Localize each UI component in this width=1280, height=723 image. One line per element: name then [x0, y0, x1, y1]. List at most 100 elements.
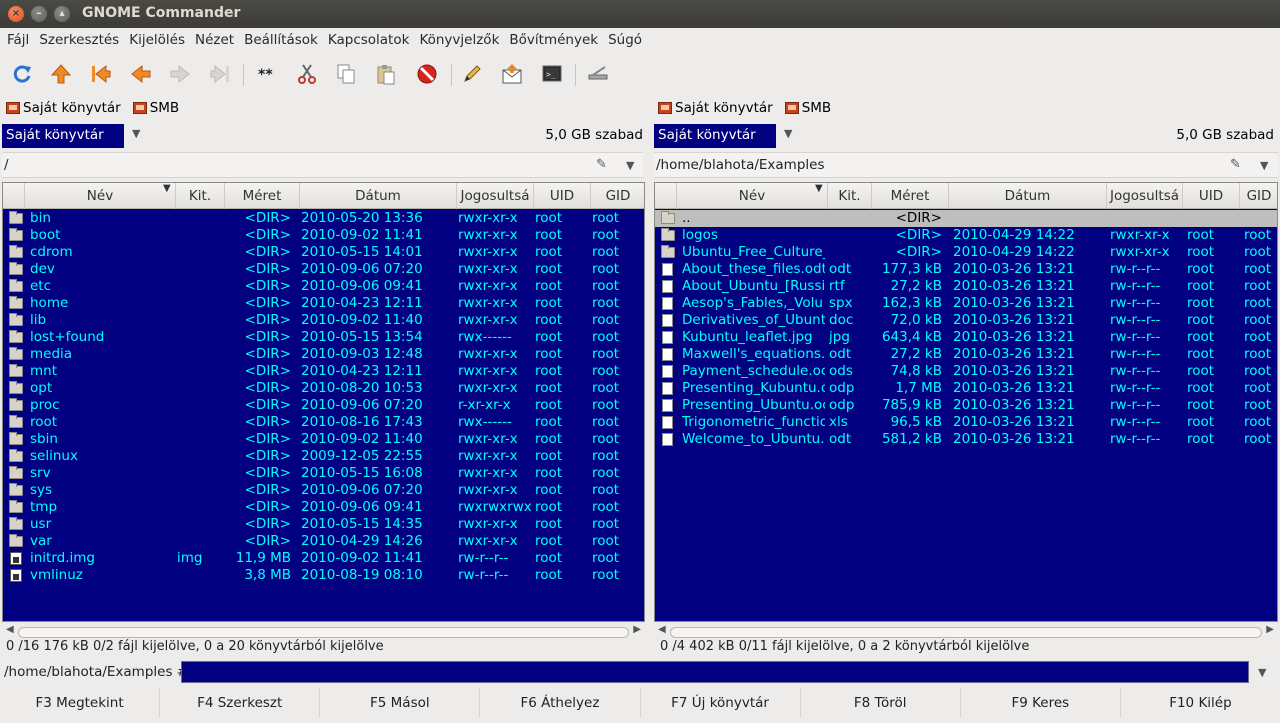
edit-icon[interactable]	[458, 60, 486, 88]
copy-names-icon[interactable]: **	[252, 60, 280, 88]
pencil-icon[interactable]: ✎	[1230, 157, 1241, 172]
table-row[interactable]: sys <DIR> 2010-09-06 07:20 rwxr-xr-x root roo…	[3, 482, 644, 499]
menu-connections[interactable]: Kapcsolatok	[323, 28, 415, 52]
f8-delete-button[interactable]: F8 Töröl	[801, 688, 961, 718]
table-row[interactable]: media <DIR> 2010-09-03 12:48 rwxr-xr-x root r…	[3, 346, 644, 363]
menu-edit[interactable]: Szerkesztés	[34, 28, 124, 52]
command-input[interactable]	[181, 661, 1249, 683]
table-row[interactable]: Ubuntu_Free_Culture_ <DIR> 2010-04-29 14:2…	[655, 244, 1277, 261]
connection-icon[interactable]	[584, 60, 612, 88]
table-row[interactable]: Derivatives_of_Ubunt doc 72,0 kB 2010-03-26…	[655, 312, 1277, 329]
table-row[interactable]: Maxwell's_equations. odt 27,2 kB 2010-03-26…	[655, 346, 1277, 363]
up-icon[interactable]	[47, 60, 75, 88]
table-row[interactable]: Presenting_Kubuntu.o odp 1,7 MB 2010-03-26 …	[655, 380, 1277, 397]
gid-column-header[interactable]: GID	[591, 183, 644, 209]
table-row[interactable]: var <DIR> 2010-04-29 14:26 rwxr-xr-x root roo…	[3, 533, 644, 550]
pencil-icon[interactable]: ✎	[596, 157, 607, 172]
close-window-button[interactable]: ×	[8, 6, 24, 22]
table-row[interactable]: Kubuntu_leaflet.jpg jpg 643,4 kB 2010-03-26…	[655, 329, 1277, 346]
table-row[interactable]: usr <DIR> 2010-05-15 14:35 rwxr-xr-x root roo…	[3, 516, 644, 533]
date-column-header[interactable]: Dátum	[949, 183, 1107, 209]
table-row[interactable]: About_Ubuntu_[Russia rtf 27,2 kB 2010-03-26…	[655, 278, 1277, 295]
table-row[interactable]: etc <DIR> 2010-09-06 09:41 rwxr-xr-x root roo…	[3, 278, 644, 295]
left-scroll-thumb[interactable]	[18, 627, 629, 638]
minimize-window-button[interactable]: –	[31, 6, 47, 22]
name-column-header[interactable]: Név	[677, 183, 828, 209]
perm-column-header[interactable]: Jogosultsá	[457, 183, 534, 209]
table-row[interactable]: opt <DIR> 2010-08-20 10:53 rwxr-xr-x root roo…	[3, 380, 644, 397]
first-icon[interactable]	[87, 60, 115, 88]
name-column-header[interactable]: Név	[25, 183, 176, 209]
table-row[interactable]: vmlinuz 3,8 MB 2010-08-19 08:10 rw-r--r-- ro…	[3, 567, 644, 584]
right-file-list[interactable]: Név ▼ Kit. Méret Dátum Jogosultsá UID GI…	[654, 182, 1278, 622]
scroll-left-icon[interactable]: ◀	[658, 624, 666, 635]
table-row[interactable]: Payment_schedule.oc ods 74,8 kB 2010-03-26 …	[655, 363, 1277, 380]
scroll-right-icon[interactable]: ▶	[1266, 624, 1274, 635]
table-row[interactable]: dev <DIR> 2010-09-06 07:20 rwxr-xr-x root roo…	[3, 261, 644, 278]
f9-search-button[interactable]: F9 Keres	[961, 688, 1121, 718]
forward-icon[interactable]	[166, 60, 194, 88]
f3-view-button[interactable]: F3 Megtekint	[0, 688, 161, 718]
f7-mkdir-button[interactable]: F7 Új könyvtár	[641, 688, 801, 718]
maximize-window-button[interactable]: ▴	[54, 6, 70, 22]
left-device-home-button[interactable]: Saját könyvtár	[6, 96, 121, 120]
menu-bookmarks[interactable]: Könyvjelzők	[414, 28, 504, 52]
table-row[interactable]: root <DIR> 2010-08-16 17:43 rwx------ root ro…	[3, 414, 644, 431]
table-row[interactable]: lib <DIR> 2010-09-02 11:40 rwxr-xr-x root roo…	[3, 312, 644, 329]
left-path[interactable]: /	[4, 157, 9, 173]
email-icon[interactable]	[498, 60, 526, 88]
table-row[interactable]: Presenting_Ubuntu.oc odp 785,9 kB 2010-03-2…	[655, 397, 1277, 414]
right-volume-select[interactable]: Saját könyvtár	[654, 124, 776, 148]
delete-icon[interactable]	[413, 60, 441, 88]
f4-edit-button[interactable]: F4 Szerkeszt	[160, 688, 321, 718]
f5-copy-button[interactable]: F5 Másol	[320, 688, 481, 718]
table-row[interactable]: selinux <DIR> 2009-12-05 22:55 rwxr-xr-x roo…	[3, 448, 644, 465]
chevron-down-icon[interactable]: ▼	[1260, 159, 1268, 172]
right-device-home-button[interactable]: Saját könyvtár	[658, 96, 773, 120]
f10-quit-button[interactable]: F10 Kilép	[1121, 688, 1280, 718]
icon-column-header[interactable]	[3, 183, 25, 209]
menu-plugins[interactable]: Bővítmények	[504, 28, 603, 52]
right-scroll-thumb[interactable]	[670, 627, 1262, 638]
menu-view[interactable]: Nézet	[190, 28, 239, 52]
table-row[interactable]: Trigonometric_functio xls 96,5 kB 2010-03-2…	[655, 414, 1277, 431]
date-column-header[interactable]: Dátum	[300, 183, 457, 209]
copy-icon[interactable]	[332, 60, 360, 88]
ext-column-header[interactable]: Kit.	[828, 183, 872, 209]
table-row[interactable]: boot <DIR> 2010-09-02 11:41 rwxr-xr-x root ro…	[3, 227, 644, 244]
table-row[interactable]: mnt <DIR> 2010-04-23 12:11 rwxr-xr-x root roo…	[3, 363, 644, 380]
refresh-icon[interactable]	[8, 60, 36, 88]
gid-column-header[interactable]: GID	[1240, 183, 1277, 209]
paste-icon[interactable]	[372, 60, 400, 88]
table-row[interactable]: bin <DIR> 2010-05-20 13:36 rwxr-xr-x root roo…	[3, 210, 644, 227]
size-column-header[interactable]: Méret	[225, 183, 300, 209]
table-row[interactable]: srv <DIR> 2010-05-15 16:08 rwxr-xr-x root roo…	[3, 465, 644, 482]
table-row[interactable]: initrd.img img 11,9 MB 2010-09-02 11:41 rw-r…	[3, 550, 644, 567]
table-row[interactable]: .. <DIR>	[655, 210, 1277, 227]
menu-settings[interactable]: Beállítások	[239, 28, 323, 52]
f6-move-button[interactable]: F6 Áthelyez	[480, 688, 641, 718]
table-row[interactable]: home <DIR> 2010-04-23 12:11 rwxr-xr-x root ro…	[3, 295, 644, 312]
perm-column-header[interactable]: Jogosultsá	[1107, 183, 1183, 209]
left-volume-select[interactable]: Saját könyvtár	[2, 124, 124, 148]
table-row[interactable]: sbin <DIR> 2010-09-02 11:40 rwxr-xr-x root ro…	[3, 431, 644, 448]
table-row[interactable]: Welcome_to_Ubuntu.c odt 581,2 kB 2010-03-26…	[655, 431, 1277, 448]
icon-column-header[interactable]	[655, 183, 677, 209]
right-device-smb-button[interactable]: SMB	[784, 96, 831, 120]
scroll-right-icon[interactable]: ▶	[633, 624, 641, 635]
ext-column-header[interactable]: Kit.	[176, 183, 225, 209]
table-row[interactable]: proc <DIR> 2010-09-06 07:20 r-xr-xr-x root ro…	[3, 397, 644, 414]
table-row[interactable]: tmp <DIR> 2010-09-06 09:41 rwxrwxrwx root roo…	[3, 499, 644, 516]
table-row[interactable]: logos <DIR> 2010-04-29 14:22 rwxr-xr-x root r…	[655, 227, 1277, 244]
left-device-smb-button[interactable]: SMB	[132, 96, 179, 120]
chevron-down-icon[interactable]: ▼	[132, 127, 140, 140]
table-row[interactable]: About_these_files.odt odt 177,3 kB 2010-03-…	[655, 261, 1277, 278]
chevron-down-icon[interactable]: ▼	[626, 159, 634, 172]
table-row[interactable]: cdrom <DIR> 2010-05-15 14:01 rwxr-xr-x root r…	[3, 244, 644, 261]
last-icon[interactable]	[206, 60, 234, 88]
terminal-icon[interactable]: >_	[538, 60, 566, 88]
menu-help[interactable]: Súgó	[603, 28, 647, 52]
right-path[interactable]: /home/blahota/Examples	[656, 157, 825, 173]
back-icon[interactable]	[127, 60, 155, 88]
uid-column-header[interactable]: UID	[534, 183, 591, 209]
